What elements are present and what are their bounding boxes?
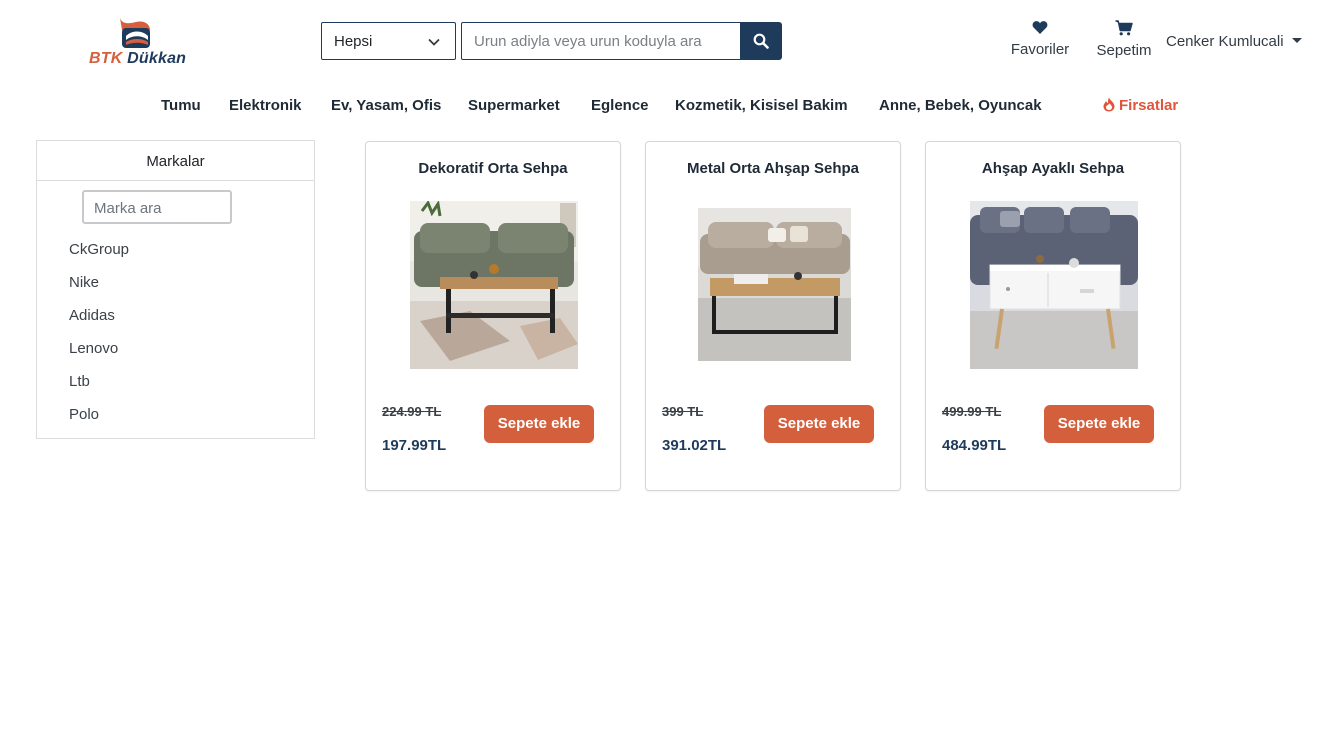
search-placeholder: Urun adiyla veya urun koduyla ara [474,33,702,50]
add-to-cart-button[interactable]: Sepete ekle [1044,405,1154,443]
new-price: 391.02TL [662,437,727,454]
product-title[interactable]: Ahşap Ayaklı Sehpa [926,160,1180,177]
add-to-cart-button[interactable]: Sepete ekle [764,405,874,443]
new-price: 197.99TL [382,437,447,454]
product-card[interactable]: Ahşap Ayaklı Sehpa 499.99 TL 484.99TL Se… [925,141,1181,491]
old-price: 224.99 TL [382,404,442,419]
logo-text-dukkan: Dükkan [127,50,187,67]
favorites-label: Favoriler [1010,41,1070,58]
sidebar-title: Markalar [37,141,314,181]
search-button[interactable] [740,22,782,60]
user-menu-dropdown[interactable]: Cenker Kumlucali [1166,33,1302,50]
brand-search-placeholder: Marka ara [94,200,162,217]
category-select-value: Hepsi [334,33,373,50]
chevron-down-icon [428,38,440,46]
nav-item-ev-yasam-ofis[interactable]: Ev, Yasam, Ofis [331,97,441,114]
brand-item-nike[interactable]: Nike [69,274,129,307]
nav-item-tumu[interactable]: Tumu [161,97,201,114]
product-title[interactable]: Dekoratif Orta Sehpa [366,160,620,177]
old-price: 399 TL [662,404,704,419]
brand-item-ltb[interactable]: Ltb [69,373,129,406]
old-price: 499.99 TL [942,404,1002,419]
brand-item-lenovo[interactable]: Lenovo [69,340,129,373]
product-title[interactable]: Metal Orta Ahşap Sehpa [646,160,900,177]
nav-item-eglence[interactable]: Eglence [591,97,649,114]
add-to-cart-button[interactable]: Sepete ekle [484,405,594,443]
nav-item-supermarket[interactable]: Supermarket [468,97,560,114]
nav-item-elektronik[interactable]: Elektronik [229,97,302,114]
product-image[interactable] [410,201,578,369]
caret-down-icon [1291,38,1302,43]
brand-list: CkGroup Nike Adidas Lenovo Ltb Polo [69,241,129,439]
category-nav: Tumu Elektronik Ev, Yasam, Ofis Supermar… [0,97,1336,117]
nav-item-kozmetik[interactable]: Kozmetik, Kisisel Bakim [675,97,848,114]
cart-icon [1115,20,1133,36]
product-image[interactable] [698,208,851,361]
logo-text-btk: BTK [89,50,123,67]
cart-label: Sepetim [1096,42,1152,59]
fire-icon [1103,97,1115,112]
favorites-link[interactable]: Favoriler [1008,20,1072,58]
product-image[interactable] [970,201,1138,369]
product-card[interactable]: Dekoratif Orta Sehpa 224.99 TL 197.99TL … [365,141,621,491]
cart-link[interactable]: Sepetim [1092,20,1156,59]
category-select[interactable]: Hepsi [321,22,456,60]
search-icon [753,33,769,49]
nav-item-firsatlar[interactable]: Firsatlar [1103,97,1178,114]
nav-item-firsatlar-label: Firsatlar [1119,97,1179,114]
new-price: 484.99TL [942,437,1007,454]
brand-item-adidas[interactable]: Adidas [69,307,129,340]
nav-item-anne-bebek[interactable]: Anne, Bebek, Oyuncak [879,97,1042,114]
brand-search-input[interactable]: Marka ara [82,190,232,224]
user-name: Cenker Kumlucali [1166,33,1284,50]
brand-item-ckgroup[interactable]: CkGroup [69,241,129,274]
logo-text: BTK Dükkan [89,50,186,68]
brand-filter-sidebar: Markalar Marka ara CkGroup Nike Adidas L… [36,140,315,439]
search-input[interactable]: Urun adiyla veya urun koduyla ara [461,22,743,60]
heart-icon [1032,21,1048,34]
brand-item-polo[interactable]: Polo [69,406,129,439]
product-card[interactable]: Metal Orta Ahşap Sehpa 399 TL 391.02TL S… [645,141,901,491]
